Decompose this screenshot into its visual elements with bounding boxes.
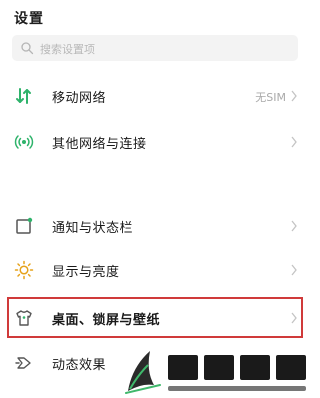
setting-desktop-lockscreen-wallpaper[interactable]: 桌面、锁屏与壁纸 bbox=[0, 298, 313, 338]
signal-arrows-icon bbox=[16, 88, 31, 104]
sim-status: 无SIM bbox=[255, 91, 286, 104]
setting-mobile-network[interactable]: 移动网络 无SIM bbox=[0, 76, 313, 116]
animation-icon bbox=[15, 357, 31, 369]
sun-icon bbox=[14, 260, 34, 280]
search-icon bbox=[21, 42, 34, 55]
chevron-right-icon bbox=[291, 312, 297, 324]
watermark-logo-icon bbox=[120, 345, 313, 398]
shirt-icon bbox=[16, 310, 32, 326]
page-title: 设置 bbox=[14, 11, 44, 27]
chevron-right-icon bbox=[291, 136, 297, 148]
search-placeholder: 搜索设置项 bbox=[40, 43, 95, 56]
setting-label: 桌面、锁屏与壁纸 bbox=[52, 313, 161, 328]
chevron-right-icon bbox=[291, 90, 297, 102]
setting-notifications[interactable]: 通知与状态栏 bbox=[0, 206, 313, 246]
setting-label: 动态效果 bbox=[52, 358, 107, 373]
wireless-broadcast-icon bbox=[14, 135, 34, 149]
setting-label: 移动网络 bbox=[52, 91, 107, 106]
setting-label: 通知与状态栏 bbox=[52, 221, 134, 236]
setting-other-networks[interactable]: 其他网络与连接 bbox=[0, 122, 313, 162]
search-bar[interactable]: 搜索设置项 bbox=[12, 35, 298, 61]
setting-display[interactable]: 显示与亮度 bbox=[0, 250, 313, 290]
setting-label: 其他网络与连接 bbox=[52, 137, 147, 152]
setting-label: 显示与亮度 bbox=[52, 265, 120, 280]
chevron-right-icon bbox=[291, 264, 297, 276]
chevron-right-icon bbox=[291, 220, 297, 232]
notification-square-icon bbox=[16, 217, 33, 234]
